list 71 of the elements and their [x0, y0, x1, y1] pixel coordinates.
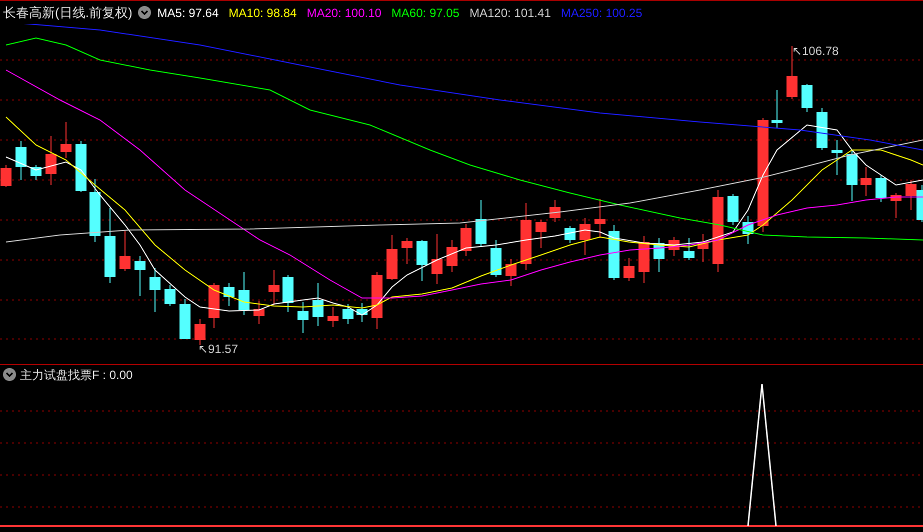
ma-legend-item: MA20: 100.10	[306, 4, 382, 22]
falling-candlestick	[476, 200, 486, 246]
rising-candlestick	[624, 258, 634, 282]
rising-candlestick	[860, 166, 872, 196]
falling-candlestick	[150, 268, 160, 312]
ma-legend-item: MA120: 101.41	[469, 4, 551, 22]
rising-candlestick	[254, 300, 264, 324]
rising-candlestick	[328, 306, 338, 328]
falling-candlestick	[684, 238, 694, 260]
ma-legend-item: MA5: 97.64	[157, 4, 219, 22]
rising-candlestick	[460, 224, 472, 256]
falling-candlestick	[298, 302, 308, 334]
rising-candlestick	[890, 192, 902, 218]
falling-candlestick	[742, 216, 754, 244]
falling-candlestick	[728, 194, 738, 226]
rising-candlestick	[268, 270, 280, 306]
rising-candlestick	[46, 136, 56, 186]
ma-legend-item: MA60: 97.05	[391, 4, 460, 22]
ma-legend-item: MA10: 98.84	[228, 4, 297, 22]
rising-candlestick	[698, 234, 708, 262]
rising-candlestick	[594, 198, 606, 238]
falling-candlestick	[416, 240, 428, 282]
rising-candlestick	[208, 282, 220, 328]
dropdown-icon[interactable]	[3, 368, 16, 381]
rising-candlestick	[60, 122, 72, 158]
falling-candlestick	[342, 304, 354, 324]
falling-candlestick	[76, 140, 86, 192]
falling-candlestick	[608, 224, 620, 280]
rising-candlestick	[372, 272, 382, 330]
rising-candlestick	[402, 238, 412, 264]
falling-candlestick	[356, 302, 368, 322]
falling-candlestick	[772, 90, 782, 128]
falling-candlestick	[832, 140, 842, 176]
falling-candlestick	[312, 282, 324, 326]
dropdown-icon[interactable]	[138, 6, 152, 19]
rising-candlestick	[446, 240, 458, 272]
rising-candlestick	[906, 180, 916, 210]
rising-candlestick	[536, 220, 546, 248]
falling-candlestick	[490, 240, 502, 278]
rising-candlestick	[120, 230, 130, 272]
ma-legend-item: MA250: 100.25	[560, 4, 642, 22]
falling-candlestick	[802, 84, 812, 112]
rising-candlestick	[0, 164, 12, 188]
rising-candlestick	[520, 202, 532, 270]
falling-candlestick	[30, 164, 42, 180]
rising-candlestick	[432, 234, 442, 284]
falling-candlestick	[816, 108, 828, 150]
chart-title: 长春高新(日线.前复权)	[3, 4, 132, 22]
rising-candlestick	[638, 236, 650, 284]
rising-candlestick	[194, 318, 206, 346]
high-price-label: ↖106.78	[792, 44, 839, 58]
falling-candlestick	[282, 274, 294, 312]
falling-candlestick	[90, 178, 100, 242]
rising-candlestick	[580, 218, 590, 256]
falling-candlestick	[876, 174, 886, 202]
low-price-label: ↖91.57	[198, 342, 238, 356]
indicator-label: 主力试盘找票F : 0.00	[20, 366, 133, 384]
falling-candlestick	[164, 284, 176, 306]
falling-candlestick	[180, 298, 190, 340]
rising-candlestick	[506, 258, 516, 286]
falling-candlestick	[16, 140, 26, 180]
falling-candlestick	[224, 282, 234, 306]
falling-candlestick	[564, 226, 576, 244]
falling-candlestick	[134, 256, 146, 296]
falling-candlestick	[916, 184, 923, 222]
rising-candlestick	[550, 200, 560, 222]
rising-candlestick	[386, 234, 398, 280]
rising-candlestick	[668, 236, 680, 256]
falling-candlestick	[654, 238, 664, 272]
falling-candlestick	[238, 272, 250, 316]
falling-candlestick	[846, 150, 858, 202]
